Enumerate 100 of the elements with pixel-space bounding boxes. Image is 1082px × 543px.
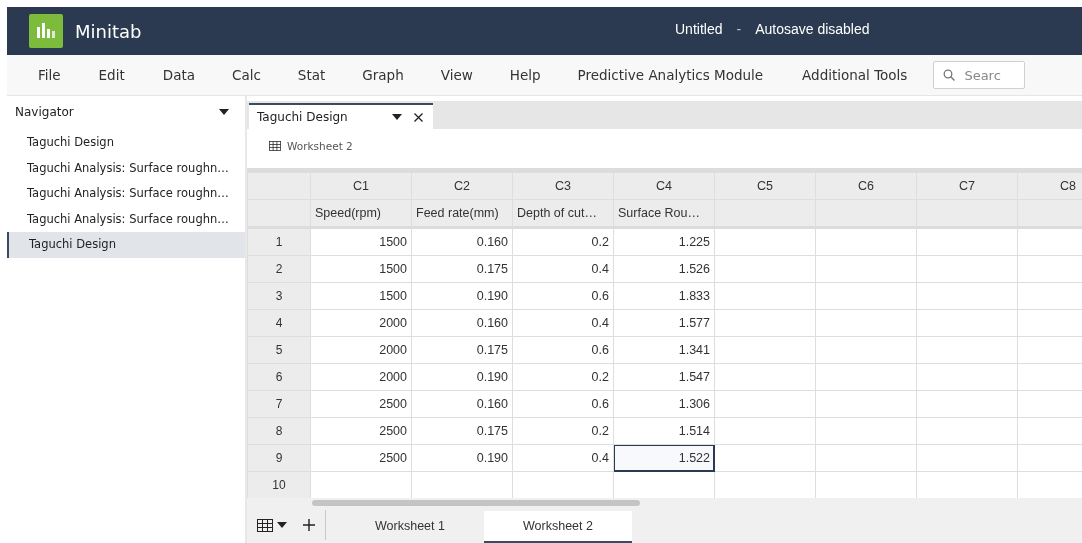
table-cell[interactable]: 0.4: [512, 255, 614, 283]
table-cell[interactable]: [714, 336, 816, 364]
navigator-item[interactable]: Taguchi Analysis: Surface roughn…: [7, 155, 245, 181]
menu-item[interactable]: Calc: [232, 67, 261, 83]
table-cell[interactable]: [916, 417, 1018, 445]
table-cell[interactable]: 1.833: [613, 282, 715, 310]
worksheet-tab[interactable]: Worksheet 1: [336, 511, 484, 543]
table-cell[interactable]: [613, 471, 715, 498]
column-name[interactable]: [815, 199, 917, 228]
table-cell[interactable]: 0.190: [411, 444, 513, 472]
navigator-item[interactable]: Taguchi Analysis: Surface roughn…: [7, 181, 245, 207]
table-cell[interactable]: [815, 417, 917, 445]
table-cell[interactable]: [815, 282, 917, 310]
table-cell[interactable]: 1.341: [613, 336, 715, 364]
navigator-item[interactable]: Taguchi Design: [7, 130, 245, 156]
table-cell[interactable]: [916, 444, 1018, 472]
menu-item[interactable]: Stat: [297, 67, 326, 83]
close-icon[interactable]: [414, 112, 423, 122]
navigator-item[interactable]: Taguchi Analysis: Surface roughn…: [7, 206, 245, 232]
table-cell[interactable]: 2000: [310, 336, 412, 364]
plus-icon[interactable]: [303, 519, 315, 531]
table-cell[interactable]: [815, 309, 917, 337]
sheet-menu-button[interactable]: [257, 518, 287, 532]
worksheet-link[interactable]: Worksheet 2: [287, 139, 353, 152]
table-cell[interactable]: [815, 255, 917, 283]
column-header[interactable]: C6: [815, 172, 917, 200]
column-header[interactable]: C8: [1017, 172, 1082, 200]
table-cell[interactable]: 0.2: [512, 363, 614, 391]
table-cell[interactable]: [916, 255, 1018, 283]
search-field[interactable]: Searc: [933, 61, 1026, 89]
table-cell[interactable]: 0.4: [512, 444, 614, 472]
column-header[interactable]: C4: [613, 172, 715, 200]
table-cell[interactable]: [916, 471, 1018, 498]
column-header[interactable]: C3: [512, 172, 614, 200]
table-cell[interactable]: 0.6: [512, 282, 614, 310]
table-cell[interactable]: [916, 363, 1018, 391]
column-name[interactable]: Speed(rpm): [310, 199, 412, 228]
column-name[interactable]: Depth of cut…: [512, 199, 614, 228]
worksheet-tab[interactable]: Worksheet 2: [484, 511, 632, 543]
table-cell[interactable]: 0.160: [411, 309, 513, 337]
table-cell[interactable]: 0.6: [512, 390, 614, 418]
caret-icon[interactable]: [219, 109, 229, 115]
table-cell[interactable]: [714, 309, 816, 337]
table-cell[interactable]: [714, 417, 816, 445]
table-cell[interactable]: 1.225: [613, 227, 715, 256]
menu-item[interactable]: View: [440, 67, 473, 83]
table-cell[interactable]: [916, 227, 1018, 256]
menu-item[interactable]: Help: [509, 67, 541, 83]
menu-item[interactable]: Additional Tools: [802, 67, 908, 83]
column-name[interactable]: [714, 199, 816, 228]
scrollbar[interactable]: [312, 499, 640, 506]
table-cell[interactable]: 2000: [310, 363, 412, 391]
table-cell[interactable]: 1.522: [613, 444, 715, 472]
menu-item[interactable]: Edit: [98, 67, 125, 83]
table-cell[interactable]: 2500: [310, 444, 412, 472]
caret-icon[interactable]: [392, 114, 402, 120]
table-cell[interactable]: [714, 390, 816, 418]
table-cell[interactable]: [411, 471, 513, 498]
table-cell[interactable]: 1500: [310, 282, 412, 310]
table-cell[interactable]: 0.160: [411, 390, 513, 418]
column-header[interactable]: C1: [310, 172, 412, 200]
table-cell[interactable]: [512, 471, 614, 498]
table-cell[interactable]: 1500: [310, 227, 412, 256]
table-cell[interactable]: 1.526: [613, 255, 715, 283]
column-header[interactable]: C2: [411, 172, 513, 200]
table-cell[interactable]: 0.175: [411, 336, 513, 364]
table-cell[interactable]: 1500: [310, 255, 412, 283]
table-cell[interactable]: 0.2: [512, 417, 614, 445]
table-cell[interactable]: 2500: [310, 417, 412, 445]
table-cell[interactable]: 0.2: [512, 227, 614, 256]
table-cell[interactable]: 0.4: [512, 309, 614, 337]
column-name[interactable]: Feed rate(mm): [411, 199, 513, 228]
table-cell[interactable]: [310, 471, 412, 498]
document-tab[interactable]: Taguchi Design: [249, 103, 433, 129]
column-name[interactable]: Surface Rou…: [613, 199, 715, 228]
table-cell[interactable]: 0.160: [411, 227, 513, 256]
menu-item[interactable]: Graph: [362, 67, 404, 83]
table-cell[interactable]: [916, 309, 1018, 337]
table-cell[interactable]: [815, 363, 917, 391]
table-cell[interactable]: [714, 227, 816, 256]
table-cell[interactable]: 0.190: [411, 363, 513, 391]
table-cell[interactable]: [916, 336, 1018, 364]
table-cell[interactable]: 1.514: [613, 417, 715, 445]
table-cell[interactable]: [815, 336, 917, 364]
table-cell[interactable]: [714, 282, 816, 310]
menu-item[interactable]: Predictive Analytics Module: [577, 67, 764, 83]
table-cell[interactable]: 0.175: [411, 417, 513, 445]
column-header[interactable]: C7: [916, 172, 1018, 200]
table-cell[interactable]: [815, 471, 917, 498]
column-header[interactable]: C5: [714, 172, 816, 200]
table-cell[interactable]: [916, 282, 1018, 310]
table-cell[interactable]: [714, 363, 816, 391]
menu-item[interactable]: Data: [162, 67, 195, 83]
table-cell[interactable]: [815, 390, 917, 418]
table-cell[interactable]: 0.175: [411, 255, 513, 283]
table-cell[interactable]: [916, 390, 1018, 418]
table-cell[interactable]: 0.190: [411, 282, 513, 310]
column-name[interactable]: [916, 199, 1018, 228]
table-cell[interactable]: [714, 444, 816, 472]
table-cell[interactable]: 0.6: [512, 336, 614, 364]
